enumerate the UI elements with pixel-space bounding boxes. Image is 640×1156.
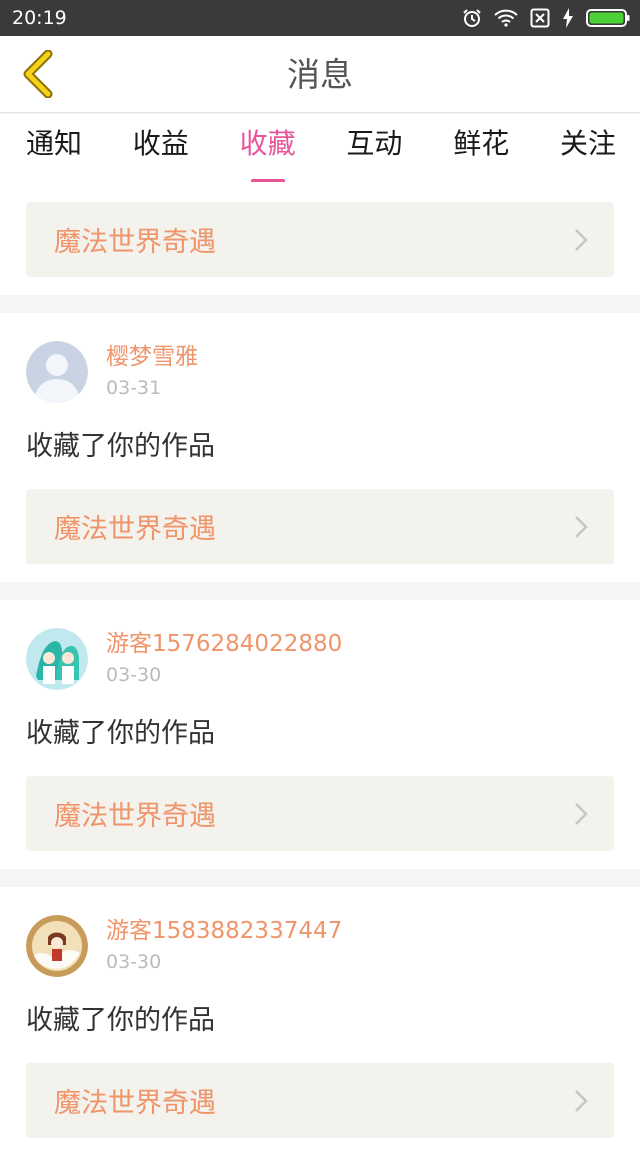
- work-title: 魔法世界奇遇: [54, 1088, 216, 1119]
- list-item: 游客1576284022880 03-30 收藏了你的作品 魔法世界奇遇: [0, 600, 640, 869]
- default-avatar-icon: [26, 341, 88, 403]
- message-date: 03-30: [106, 951, 162, 973]
- user-name[interactable]: 游客1583882337447: [106, 915, 342, 947]
- message-list: 魔法世界奇遇 樱梦雪雅 03-31 收藏了你的作品 魔法世界奇遇 游客15762…: [0, 182, 640, 1156]
- chevron-right-icon: [575, 228, 588, 251]
- work-title: 魔法世界奇遇: [54, 801, 216, 832]
- message-date: 03-30: [106, 664, 162, 686]
- tab-flowers[interactable]: 鲜花: [453, 114, 509, 182]
- user-info: 游客1576284022880 03-30: [106, 628, 342, 690]
- page-title: 消息: [287, 55, 353, 94]
- message-text: 收藏了你的作品: [26, 431, 215, 462]
- list-item: 游客1583882337447 03-30 收藏了你的作品 魔法世界奇遇: [0, 887, 640, 1156]
- user-row: 游客1583882337447 03-30: [26, 913, 614, 979]
- message-date: 03-31: [106, 377, 162, 399]
- no-sim-icon: [530, 8, 550, 28]
- chevron-right-icon: [575, 802, 588, 825]
- work-link[interactable]: 魔法世界奇遇: [26, 1063, 614, 1138]
- message-text: 收藏了你的作品: [26, 1005, 215, 1036]
- tab-bar: 通知 收益 收藏 互动 鲜花 关注: [0, 114, 640, 182]
- tab-favorites[interactable]: 收藏: [240, 114, 296, 182]
- chevron-right-icon: [575, 1089, 588, 1112]
- work-title: 魔法世界奇遇: [54, 227, 216, 258]
- message-text: 收藏了你的作品: [26, 718, 215, 749]
- avatar[interactable]: [26, 628, 88, 690]
- charging-icon: [563, 8, 573, 28]
- list-item: 樱梦雪雅 03-31 收藏了你的作品 魔法世界奇遇: [0, 313, 640, 582]
- anime-avatar-2-icon: [26, 915, 88, 977]
- work-title: 魔法世界奇遇: [54, 514, 216, 545]
- user-name[interactable]: 游客1576284022880: [106, 628, 342, 660]
- chevron-right-icon: [575, 515, 588, 538]
- user-info: 游客1583882337447 03-30: [106, 915, 342, 977]
- tab-follows[interactable]: 关注: [560, 114, 616, 182]
- user-row: 游客1576284022880 03-30: [26, 626, 614, 692]
- status-icons: [462, 8, 630, 28]
- work-link[interactable]: 魔法世界奇遇: [26, 489, 614, 564]
- tab-earnings[interactable]: 收益: [133, 114, 189, 182]
- tab-notifications[interactable]: 通知: [26, 114, 82, 182]
- top-app-bar: 消息: [0, 36, 640, 113]
- alarm-icon: [463, 9, 481, 27]
- work-card-top: 魔法世界奇遇: [0, 182, 640, 295]
- avatar[interactable]: [26, 915, 88, 977]
- user-name[interactable]: 樱梦雪雅: [106, 341, 198, 373]
- anime-avatar-icon: [26, 628, 88, 690]
- work-link[interactable]: 魔法世界奇遇: [26, 776, 614, 851]
- status-time: 20:19: [12, 7, 67, 29]
- wifi-icon: [494, 9, 518, 27]
- status-bar: 20:19: [0, 0, 640, 36]
- work-link[interactable]: 魔法世界奇遇: [26, 202, 614, 277]
- user-row: 樱梦雪雅 03-31: [26, 339, 614, 405]
- avatar[interactable]: [26, 341, 88, 403]
- battery-icon: [586, 9, 630, 27]
- tab-interactions[interactable]: 互动: [346, 114, 402, 182]
- user-info: 樱梦雪雅 03-31: [106, 341, 198, 403]
